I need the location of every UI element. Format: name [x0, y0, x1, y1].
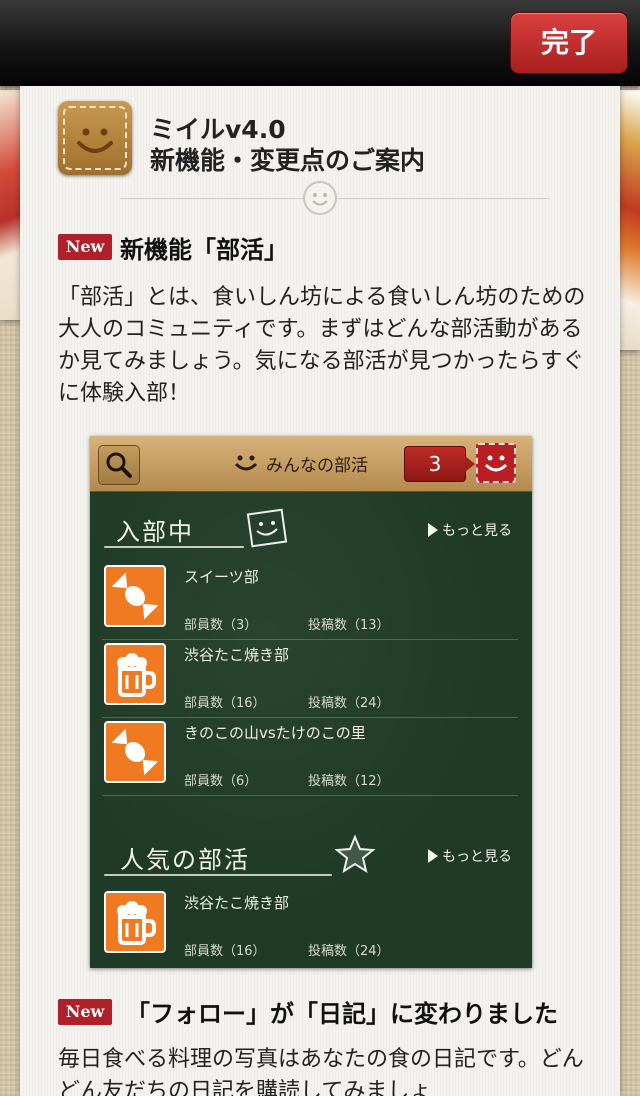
chalk-underline	[104, 874, 332, 876]
done-button[interactable]: 完了	[510, 12, 628, 74]
club-posts: 投稿数（24）	[308, 944, 390, 959]
club-row: 渋谷たこ焼き部 部員数（16） 投稿数（24）	[102, 640, 518, 718]
search-icon	[98, 445, 140, 485]
whats-new-panel[interactable]: ミイルv4.0 新機能・変更点のご案内 New 新機能「部活」 「部活」とは、食…	[20, 86, 620, 1096]
smiley-icon	[234, 455, 258, 471]
profile-smiley-icon	[476, 443, 516, 483]
chalk-underline	[104, 546, 244, 548]
more-link-joined: もっと見る	[428, 520, 512, 540]
chalk-star-icon	[334, 834, 376, 874]
chalk-smiley-icon	[246, 508, 288, 548]
club-feature-screenshot: みんなの部活 3 入部中 もっと見る スイーツ部 部員数（3） 投稿数（13） …	[90, 436, 532, 968]
screenshot-header: みんなの部活 3	[90, 436, 532, 492]
more-link-popular: もっと見る	[428, 846, 512, 866]
club-members: 部員数（16）	[184, 944, 266, 959]
app-logo-icon	[58, 101, 132, 175]
club-posts: 投稿数（13）	[308, 618, 390, 633]
club-members: 部員数（16）	[184, 696, 266, 711]
top-bar: 完了	[0, 0, 640, 86]
candy-icon	[104, 721, 166, 783]
notification-count-badge: 3	[404, 446, 475, 482]
section-body: 「部活」とは、食いしん坊による食いしん坊のための大人のコミュニティです。まずはど…	[58, 285, 586, 406]
club-row: 渋谷たこ焼き部 部員数（16） 投稿数（24）	[102, 888, 518, 966]
club-row: スイーツ部 部員数（3） 投稿数（13）	[102, 562, 518, 640]
section-body: 毎日食べる料理の写真はあなたの食の日記です。どんどん友だちの日記を購読してみまし…	[58, 1047, 584, 1096]
club-members: 部員数（6）	[184, 774, 258, 789]
popular-clubs-heading: 人気の部活	[120, 846, 250, 874]
club-posts: 投稿数（12）	[308, 774, 390, 789]
candy-icon	[104, 565, 166, 627]
club-name: 渋谷たこ焼き部	[184, 894, 290, 912]
club-posts: 投稿数（24）	[308, 696, 390, 711]
club-members: 部員数（3）	[184, 618, 258, 633]
joined-clubs-heading: 入部中	[116, 518, 194, 546]
club-name: きのこの山vsたけのこの里	[184, 724, 366, 742]
beer-icon	[104, 891, 166, 953]
section-title: 「フォロー」が「日記」に変わりました	[126, 1000, 558, 1028]
new-badge: New	[58, 999, 112, 1025]
club-name: 渋谷たこ焼き部	[184, 646, 290, 664]
club-row: きのこの山vsたけのこの里 部員数（6） 投稿数（12）	[102, 718, 518, 796]
screenshot-header-title: みんなの部活	[266, 456, 368, 476]
page-subtitle: 新機能・変更点のご案内	[150, 146, 426, 175]
new-badge: New	[58, 234, 112, 260]
club-name: スイーツ部	[184, 568, 259, 586]
section-title: 新機能「部活」	[120, 236, 288, 264]
beer-icon	[104, 643, 166, 705]
chalkboard: 入部中 もっと見る スイーツ部 部員数（3） 投稿数（13） 渋谷たこ焼き部 部…	[90, 492, 532, 968]
smiley-divider-icon	[303, 181, 337, 215]
